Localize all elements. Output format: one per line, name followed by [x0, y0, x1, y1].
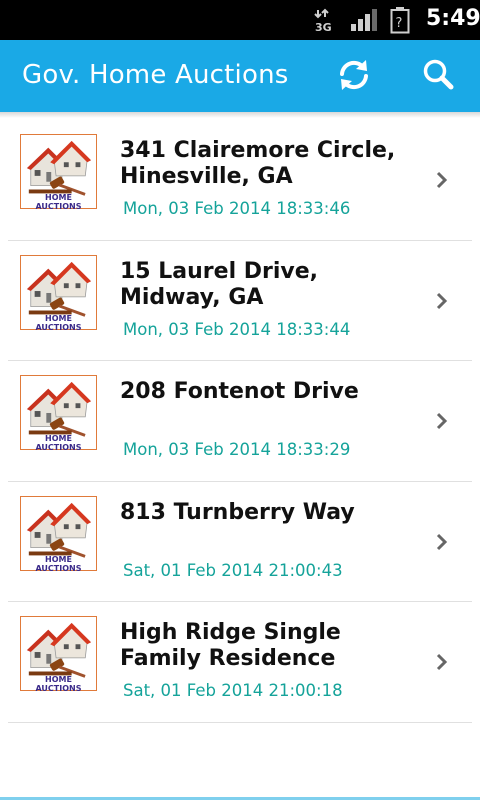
home-auctions-thumbnail: HOME AUCTIONS	[20, 495, 97, 573]
signal-icon	[351, 9, 377, 31]
chevron-right-icon	[436, 653, 448, 671]
listing-address: 15 Laurel Drive, Midway, GA	[120, 258, 319, 310]
app-title: Gov. Home Auctions	[22, 60, 289, 90]
list-item[interactable]: HOME AUCTIONS 813 Turnberry Way Sat, 01 …	[0, 482, 480, 602]
home-auctions-thumbnail: HOME AUCTIONS	[20, 616, 97, 693]
network-3g-icon: 3G	[314, 8, 332, 32]
list-item[interactable]: HOME AUCTIONS 341 Clairemore Circle, Hin…	[0, 120, 480, 241]
search-icon[interactable]	[420, 57, 456, 93]
action-bar-shadow	[0, 112, 480, 118]
chevron-right-icon	[436, 171, 448, 189]
listing-address: 813 Turnberry Way	[120, 499, 355, 525]
thumb-label: HOME AUCTIONS	[35, 313, 82, 332]
list-item[interactable]: HOME AUCTIONS 208 Fontenot Drive Mon, 03…	[0, 361, 480, 482]
chevron-right-icon	[436, 292, 448, 309]
listing-list: HOME AUCTIONS 341 Clairemore Circle, Hin…	[0, 120, 480, 723]
list-item[interactable]: HOME AUCTIONS High Ridge Single Family R…	[0, 602, 480, 723]
svg-text:3G: 3G	[315, 21, 332, 32]
chevron-right-icon	[436, 533, 448, 550]
listing-date: Mon, 03 Feb 2014 18:33:29	[123, 440, 351, 459]
chevron-right-icon	[436, 412, 448, 430]
home-auctions-thumbnail: HOME AUCTIONS	[20, 134, 97, 211]
listing-address: High Ridge Single Family Residence	[120, 620, 341, 671]
listing-date: Sat, 01 Feb 2014 21:00:43	[123, 560, 343, 580]
refresh-icon[interactable]	[336, 57, 372, 93]
svg-text:?: ?	[396, 16, 403, 31]
list-item[interactable]: HOME AUCTIONS 15 Laurel Drive, Midway, G…	[0, 241, 480, 361]
home-auctions-thumbnail: HOME AUCTIONS	[20, 375, 97, 452]
battery-unknown-icon: ?	[390, 7, 410, 34]
thumb-label: HOME AUCTIONS	[35, 554, 82, 573]
status-clock: 5:49	[426, 6, 480, 31]
row-divider	[8, 721, 472, 723]
listing-address: 341 Clairemore Circle, Hinesville, GA	[120, 138, 396, 189]
thumb-label: HOME AUCTIONS	[35, 193, 82, 211]
listing-date: Mon, 03 Feb 2014 18:33:44	[123, 319, 351, 339]
listing-date: Sat, 01 Feb 2014 21:00:18	[123, 681, 343, 700]
thumb-label: HOME AUCTIONS	[35, 675, 82, 693]
home-auctions-thumbnail: HOME AUCTIONS	[20, 254, 97, 332]
status-bar: 3G ? 5:49	[0, 0, 480, 40]
action-bar: Gov. Home Auctions	[0, 40, 480, 112]
thumb-label: HOME AUCTIONS	[35, 434, 82, 452]
listing-address: 208 Fontenot Drive	[120, 379, 359, 404]
listing-date: Mon, 03 Feb 2014 18:33:46	[123, 199, 351, 218]
